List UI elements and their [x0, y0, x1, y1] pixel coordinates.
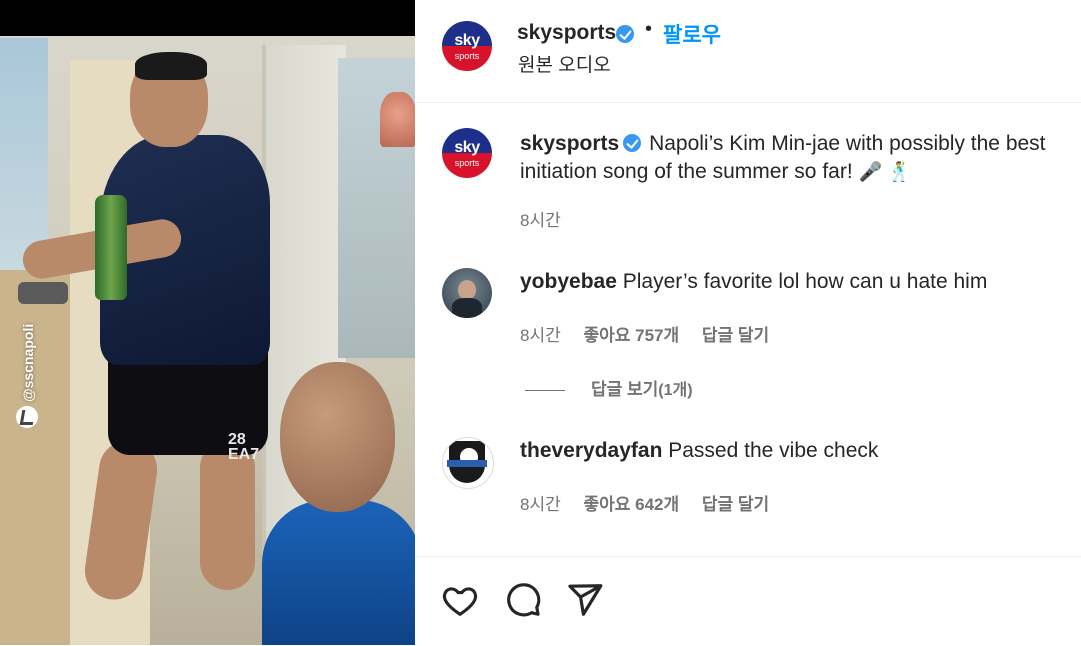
bottle	[95, 195, 127, 300]
comment-avatar[interactable]	[442, 268, 492, 318]
post-video[interactable]: 28 EA7 @sscnapoli	[0, 0, 415, 645]
verified-badge-icon	[623, 134, 642, 152]
author-avatar[interactable]: sky sports	[442, 21, 492, 71]
post-header: sky sports skysports • 팔로우 원본 오디오	[415, 0, 1081, 103]
comment: theverydayfan Passed the vibe check	[520, 439, 878, 463]
reply-button[interactable]: 답글 달기	[702, 495, 769, 514]
caption-emoji: 🎤 🕺	[858, 162, 912, 183]
audio-label[interactable]: 원본 오디오	[518, 50, 611, 77]
action-bar	[415, 556, 1081, 646]
tiktok-icon	[16, 406, 38, 428]
seated-player-head	[280, 362, 395, 512]
post-side-panel: sky sports skysports • 팔로우 원본 오디오 sky sp…	[415, 0, 1081, 645]
lamp	[380, 92, 415, 147]
comment-meta: 8시간 좋아요 757개 답글 달기	[520, 321, 787, 346]
comment-username[interactable]: theverydayfan	[520, 439, 662, 462]
comment-likes[interactable]: 좋아요 642개	[583, 495, 679, 514]
replies-divider	[525, 390, 565, 392]
comment: yobyebae Player’s favorite lol how can u…	[520, 270, 987, 294]
comment-timestamp[interactable]: 8시간	[520, 495, 561, 514]
author-username[interactable]: skysports	[517, 21, 616, 45]
comment-likes[interactable]: 좋아요 757개	[583, 326, 679, 345]
view-replies-button[interactable]: 답글 보기(1개)	[525, 375, 693, 400]
seated-player-shirt	[262, 500, 415, 645]
comment-avatar[interactable]	[442, 437, 494, 489]
share-icon[interactable]	[566, 581, 604, 619]
separator-dot: •	[645, 18, 653, 40]
video-watermark: @sscnapoli	[14, 320, 44, 432]
caption-username[interactable]: skysports	[520, 132, 619, 155]
comment-text: Passed the vibe check	[668, 439, 879, 462]
comment-text: Player’s favorite lol how can u hate him	[622, 270, 988, 293]
post-caption: skysports Napoli’s Kim Min-jae with poss…	[520, 130, 1070, 187]
heart-icon[interactable]	[441, 581, 479, 619]
comment-meta: 8시간 좋아요 642개 답글 달기	[520, 490, 787, 515]
caption-timestamp[interactable]: 8시간	[520, 206, 561, 231]
video-frame: 28 EA7	[0, 0, 415, 645]
comment-icon[interactable]	[504, 581, 542, 619]
comment-timestamp[interactable]: 8시간	[520, 326, 561, 345]
follow-button[interactable]: 팔로우	[663, 19, 721, 49]
comment-username[interactable]: yobyebae	[520, 270, 617, 293]
reply-button[interactable]: 답글 달기	[702, 326, 769, 345]
verified-badge-icon	[616, 25, 634, 43]
caption-avatar[interactable]: sky sports	[442, 128, 492, 178]
jersey-number: 28 EA7	[228, 431, 260, 463]
